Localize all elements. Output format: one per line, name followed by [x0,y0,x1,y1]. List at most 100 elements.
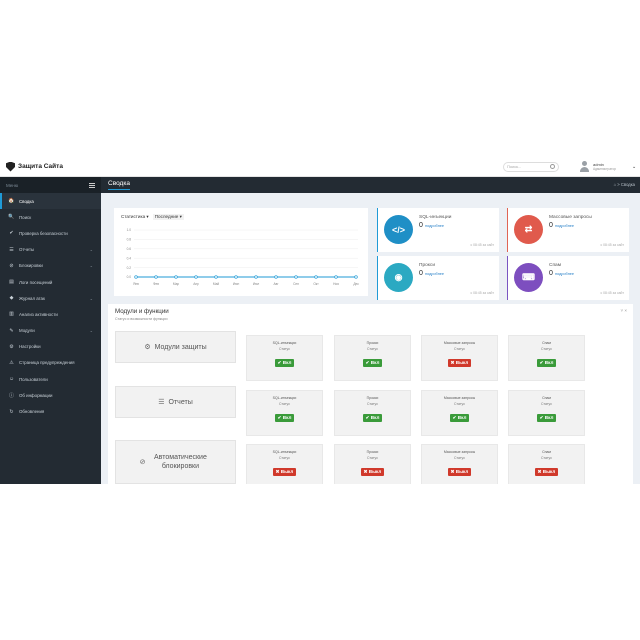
code-icon: </> [384,215,413,244]
data-point[interactable] [194,275,198,279]
toggle-on-button[interactable]: ✔ Вкл [274,359,295,367]
sidebar-item-5[interactable]: ▤ Логи посещений [0,274,101,290]
module-cell: SQL-инъекции Статус ✔ Вкл [246,335,323,381]
sidebar-item-12[interactable]: ⓘ Об информации [0,387,101,403]
chevron-down-icon[interactable]: ⌄ [90,296,93,301]
toggle-off-button[interactable]: ✖ Выкл [272,468,297,476]
data-point[interactable] [254,275,258,279]
list-icon: ☰ [9,246,14,253]
tile-spam[interactable]: ⌨ Спам 0 подробнее с 08:45 за сайт [507,256,629,300]
sidebar-item-8[interactable]: ✎ Модули ⌄ [0,323,101,339]
brand[interactable]: Защита Сайта [0,157,100,177]
sidebar-title: Меню [6,182,19,188]
sidebar-item-label: Сводка [19,198,34,204]
chart-icon: ▥ [9,311,14,318]
hamburger-menu-icon[interactable] [89,182,95,188]
toggle-off-button[interactable]: ✖ Выкл [534,468,559,476]
module-cell: Массовые запросы Статус ✖ Выкл [421,335,498,381]
warning-icon: ⚠ [9,359,14,366]
sidebar-item-1[interactable]: 🔍 Поиск [0,209,101,225]
dashboard-icon: 🏠 [8,198,15,205]
module-cell: SQL-инъекции Статус ✖ Выкл [246,444,323,484]
module-name: Спам [542,450,551,454]
toggle-on-button[interactable]: ✔ Вкл [449,414,470,422]
y-tick-label: 1.0 [127,228,132,232]
toggle-off-button[interactable]: ✖ Выкл [447,359,472,367]
module-status-label: Статус [366,456,379,460]
toggle-on-button[interactable]: ✔ Вкл [362,359,383,367]
tile-mass-title: Массовые запросы [549,215,592,220]
sidebar-item-2[interactable]: ✔ Проверка безопасности [0,225,101,241]
module-name: SQL-инъекции [272,396,297,400]
avatar[interactable] [580,161,589,172]
data-point[interactable] [314,275,318,279]
sidebar-menu: 🏠 Сводка 🔍 Поиск ✔ Проверка безопасности ☰ Отче… [0,193,101,420]
module-name: SQL-инъекции [272,341,297,345]
sidebar: Меню 🏠 Сводка 🔍 Поиск ✔ Проверка безопасности… [0,177,101,484]
brand-name: Защита Сайта [18,163,63,170]
sidebar-item-11[interactable]: ☺ Пользователи [0,371,101,387]
toggle-off-button[interactable]: ✖ Выкл [360,468,385,476]
user-role: Администратор [593,167,616,171]
tile-mass-foot: с 08:45 за сайт [600,243,624,247]
module-cell: Прокси Статус ✔ Вкл [334,390,411,436]
data-point[interactable] [274,275,278,279]
search-input[interactable]: Поиск... [503,162,559,172]
refresh-icon: ↻ [9,408,14,415]
sidebar-item-7[interactable]: ▥ Анализ активности [0,306,101,322]
module-cell: Прокси Статус ✔ Вкл [334,335,411,381]
tile-sql-title: SQL-инъекции [419,215,452,220]
toggle-on-button[interactable]: ✔ Вкл [536,414,557,422]
sidebar-item-label: Настройки [19,344,41,350]
wrench-icon: ✎ [9,327,14,334]
sidebar-item-0[interactable]: 🏠 Сводка [0,193,101,210]
data-point[interactable] [334,275,338,279]
tile-mass[interactable]: ⇄ Массовые запросы 0 подробнее с 08:45 з… [507,208,629,252]
tile-spam-link[interactable]: подробнее [555,272,574,276]
toggle-on-button[interactable]: ✔ Вкл [274,414,295,422]
module-status-label: Статус [453,347,466,351]
module-status-label: Статус [278,347,291,351]
y-tick-label: 0.2 [127,266,132,270]
tile-proxy[interactable]: ◉ Прокси 0 подробнее с 08:45 за сайт [377,256,499,300]
panel-controls[interactable]: ˅ × [620,308,627,313]
breadcrumb[interactable]: ⌂ > Сводка [614,182,635,187]
module-status-label: Статус [366,402,379,406]
ban-icon: ⊘ [9,262,14,269]
check-icon: ✔ [9,230,14,237]
users-icon: ☺ [8,376,15,383]
sidebar-item-3[interactable]: ☰ Отчеты ⌄ [0,242,101,258]
gear-icon: ⚙ [144,343,151,351]
data-point[interactable] [154,275,158,279]
data-point[interactable] [174,275,178,279]
sidebar-item-10[interactable]: ⚠ Страница предупреждения [0,355,101,371]
sidebar-item-label: Поиск [19,214,32,220]
data-point[interactable] [134,275,138,279]
data-point[interactable] [354,275,358,279]
chevron-down-icon[interactable]: ⌄ [90,328,93,333]
toggle-on-button[interactable]: ✔ Вкл [536,359,557,367]
sidebar-item-9[interactable]: ⚙ Настройки [0,339,101,355]
tile-sql-link[interactable]: подробнее [425,224,444,228]
module-status-label: Статус [540,456,553,460]
data-point[interactable] [214,275,218,279]
tile-proxy-title: Прокси [419,263,436,268]
data-point[interactable] [234,275,238,279]
sidebar-item-4[interactable]: ⊘ Блокировки ⌄ [0,258,101,274]
tile-sql[interactable]: </> SQL-инъекции 0 подробнее с 08:45 за … [377,208,499,252]
top-header: Защита Сайта Поиск... admin Администрато… [0,157,640,177]
sidebar-item-13[interactable]: ↻ Обновления [0,403,101,419]
chevron-down-icon[interactable]: ⌄ [632,164,636,170]
tile-mass-link[interactable]: подробнее [555,224,574,228]
sidebar-header: Меню [0,177,101,193]
modules-title: Модули и функции [115,308,169,315]
chevron-down-icon[interactable]: ⌄ [90,247,93,252]
tile-proxy-link[interactable]: подробнее [425,272,444,276]
toggle-off-button[interactable]: ✖ Выкл [447,468,472,476]
chevron-down-icon[interactable]: ⌄ [90,263,93,268]
search-icon[interactable] [550,164,555,169]
sidebar-item-6[interactable]: ◆ Журнал атак ⌄ [0,290,101,306]
toggle-on-button[interactable]: ✔ Вкл [362,414,383,422]
x-tick-label: Июн [233,282,240,286]
data-point[interactable] [294,275,298,279]
